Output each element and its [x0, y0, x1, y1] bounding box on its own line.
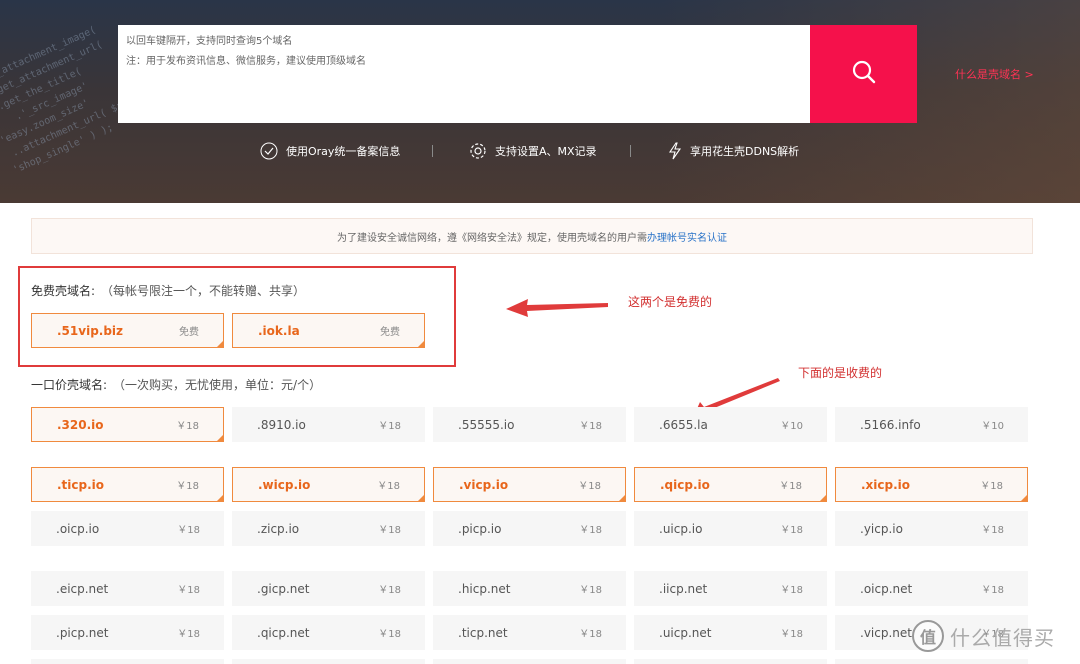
domain-price: ￥18: [780, 629, 803, 640]
domain-name: .uicp.io: [659, 521, 703, 536]
paid-section-title: 一口价壳域名: （一次购买，无忧使用，单位：元/个）: [31, 376, 321, 393]
watermark-logo: 值: [912, 620, 944, 652]
domain-name: .qicp.net: [257, 625, 310, 640]
domain-price: ￥18: [378, 629, 401, 640]
domain-card[interactable]: .oicp.io ￥18: [31, 511, 224, 546]
domain-price: ￥18: [176, 421, 199, 432]
domain-name: .picp.net: [56, 625, 109, 640]
annotation-free: 这两个是免费的: [628, 295, 713, 309]
domain-card[interactable]: .320.io ￥18: [31, 407, 224, 442]
domain-card[interactable]: .zicp.io ￥18: [232, 511, 425, 546]
domain-name: .320.io: [57, 417, 104, 432]
domain-card[interactable]: .qicp.net ￥18: [232, 615, 425, 650]
domain-card[interactable]: .uicp.io ￥18: [634, 511, 827, 546]
domain-price: ￥18: [378, 525, 401, 536]
domain-price: ￥18: [579, 629, 602, 640]
domain-price: ￥18: [981, 525, 1004, 536]
domain-name: .6655.la: [659, 417, 708, 432]
domain-price: ￥18: [780, 585, 803, 596]
domain-price: ￥18: [378, 421, 401, 432]
paid-title: 一口价壳域名:: [31, 378, 108, 392]
domain-name: .wicp.io: [258, 477, 311, 492]
domain-card[interactable]: .hicp.net ￥18: [433, 571, 626, 606]
domain-card-partial: [634, 659, 827, 664]
domain-price: ￥18: [176, 481, 199, 492]
paid-note: （一次购买，无忧使用，单位：元/个）: [113, 378, 322, 392]
domain-card[interactable]: .vicp.io ￥18: [433, 467, 626, 502]
domain-price: ￥18: [779, 481, 802, 492]
domain-card[interactable]: .yicp.io ￥18: [835, 511, 1028, 546]
domain-name: .55555.io: [458, 417, 515, 432]
domain-card[interactable]: .picp.net ￥18: [31, 615, 224, 650]
domain-card-partial: [835, 659, 1028, 664]
arrow-free: [506, 299, 608, 317]
domain-name: .8910.io: [257, 417, 306, 432]
domain-price: ￥10: [780, 421, 803, 432]
domain-card[interactable]: .5166.info ￥10: [835, 407, 1028, 442]
domain-card[interactable]: .ticp.net ￥18: [433, 615, 626, 650]
domain-name: .gicp.net: [257, 581, 310, 596]
watermark: 值 什么值得买: [912, 620, 1055, 652]
domain-name: .yicp.io: [860, 521, 903, 536]
domain-price: ￥18: [980, 481, 1003, 492]
domain-name: .uicp.net: [659, 625, 712, 640]
domain-price: ￥18: [579, 525, 602, 536]
domain-name: .qicp.io: [660, 477, 710, 492]
domain-card-partial: [433, 659, 626, 664]
domain-card[interactable]: .eicp.net ￥18: [31, 571, 224, 606]
domain-name: .vicp.net: [860, 625, 912, 640]
annotation-arrows: [506, 299, 780, 420]
domain-price: ￥18: [177, 629, 200, 640]
domain-price: ￥18: [780, 525, 803, 536]
domain-card[interactable]: .8910.io ￥18: [232, 407, 425, 442]
domain-card[interactable]: .gicp.net ￥18: [232, 571, 425, 606]
domain-card[interactable]: .55555.io ￥18: [433, 407, 626, 442]
domain-price: ￥18: [377, 481, 400, 492]
domain-price: ￥10: [981, 421, 1004, 432]
domain-name: .eicp.net: [56, 581, 109, 596]
domain-card[interactable]: .xicp.io ￥18: [835, 467, 1028, 502]
domain-card[interactable]: .6655.la ￥10: [634, 407, 827, 442]
domain-name: .oicp.io: [56, 521, 100, 536]
domain-price: ￥18: [177, 585, 200, 596]
domain-card[interactable]: .qicp.io ￥18: [634, 467, 827, 502]
domain-card[interactable]: .iicp.net ￥18: [634, 571, 827, 606]
domain-name: .xicp.io: [861, 477, 911, 492]
domain-price: ￥18: [378, 585, 401, 596]
domain-name: .hicp.net: [458, 581, 511, 596]
domain-name: .vicp.io: [459, 477, 509, 492]
domain-price: ￥18: [578, 481, 601, 492]
domain-card-partial: [31, 659, 224, 664]
domain-name: .ticp.io: [57, 477, 105, 492]
annotation-paid: 下面的是收费的: [798, 366, 883, 380]
domain-price: ￥18: [981, 585, 1004, 596]
domain-name: .ticp.net: [458, 625, 508, 640]
domain-card[interactable]: .ticp.io ￥18: [31, 467, 224, 502]
domain-card[interactable]: .uicp.net ￥18: [634, 615, 827, 650]
domain-card[interactable]: .picp.io ￥18: [433, 511, 626, 546]
domain-price: ￥18: [177, 525, 200, 536]
domain-card-partial: [232, 659, 425, 664]
domain-card[interactable]: .oicp.net ￥18: [835, 571, 1028, 606]
watermark-text: 什么值得买: [950, 625, 1055, 650]
domain-name: .oicp.net: [860, 581, 913, 596]
domain-price: ￥18: [579, 585, 602, 596]
domain-name: .5166.info: [860, 417, 921, 432]
domain-name: .picp.io: [458, 521, 502, 536]
domain-price: ￥18: [579, 421, 602, 432]
domain-card[interactable]: .wicp.io ￥18: [232, 467, 425, 502]
domain-name: .zicp.io: [257, 521, 300, 536]
domain-name: .iicp.net: [659, 581, 708, 596]
